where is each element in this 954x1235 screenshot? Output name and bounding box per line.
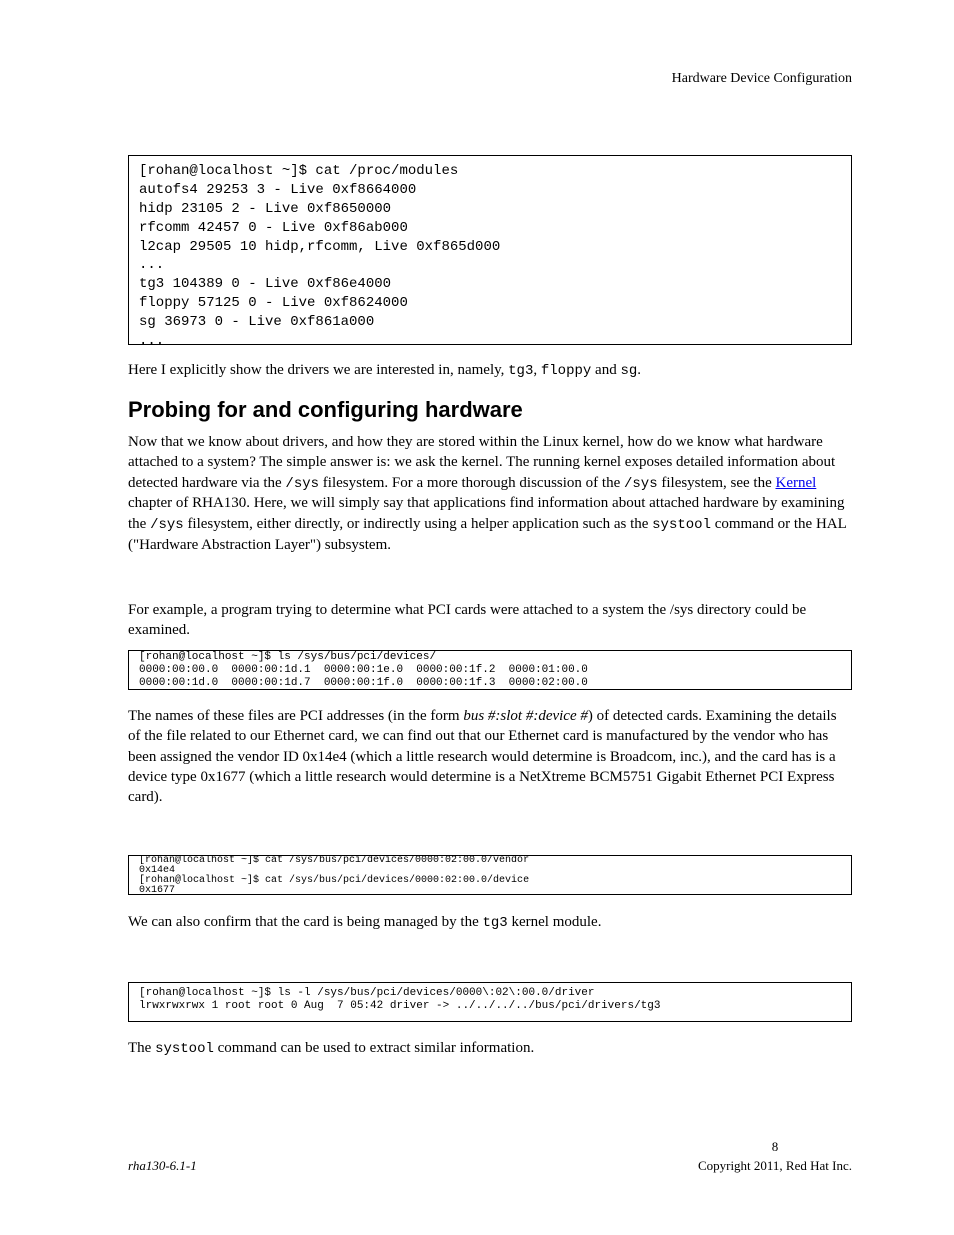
chapter-header: Hardware Device Configuration — [128, 70, 852, 89]
code-systool: systool — [652, 517, 711, 533]
code-sys: /sys — [285, 476, 319, 492]
text: . — [637, 362, 641, 378]
para-pci-addresses: The names of these files are PCI address… — [128, 706, 852, 807]
code-content: [rohan@localhost ~]$ cat /sys/bus/pci/de… — [139, 855, 529, 895]
text: and — [591, 362, 620, 378]
code-sg: sg — [620, 363, 637, 379]
para-drivers-interested: Here I explicitly show the drivers we ar… — [128, 360, 852, 381]
text: rha130-6.1-1 — [128, 1158, 197, 1173]
para-systool: The systool command can be used to extra… — [128, 1038, 852, 1059]
code-floppy: floppy — [541, 363, 591, 379]
code-systool: systool — [155, 1041, 214, 1057]
text: Here I explicitly show the drivers we ar… — [128, 362, 508, 378]
italic-text: bus #:slot #:device # — [463, 708, 588, 724]
code-block-proc-modules: [rohan@localhost ~]$ cat /proc/modules a… — [128, 155, 852, 345]
footer-right: 8 Copyright 2011, Red Hat Inc. — [698, 1138, 852, 1175]
code-sys: /sys — [150, 517, 184, 533]
para-tg3-confirm: We can also confirm that the card is bei… — [128, 912, 852, 933]
code-tg3: tg3 — [508, 363, 533, 379]
kernel-link[interactable]: Kernel — [776, 475, 817, 491]
code-block-vendor-device: [rohan@localhost ~]$ cat /sys/bus/pci/de… — [128, 855, 852, 895]
text: filesystem. For a more thorough discussi… — [319, 475, 624, 491]
para-pci-example: For example, a program trying to determi… — [128, 600, 852, 641]
heading-text: Probing for and configuring hardware — [128, 397, 523, 422]
text: kernel module. — [508, 914, 602, 930]
code-content: [rohan@localhost ~]$ ls -l /sys/bus/pci/… — [139, 987, 661, 1012]
section-heading-probing: Probing for and configuring hardware — [128, 395, 852, 425]
copyright-text: Copyright 2011, Red Hat Inc. — [698, 1158, 852, 1173]
code-block-driver-link: [rohan@localhost ~]$ ls -l /sys/bus/pci/… — [128, 982, 852, 1022]
text: command can be used to extract similar i… — [214, 1040, 534, 1056]
chapter-header-text: Hardware Device Configuration — [672, 71, 852, 86]
footer-doc-id: rha130-6.1-1 — [128, 1157, 197, 1175]
code-sys: /sys — [624, 476, 658, 492]
text: For example, a program trying to determi… — [128, 602, 806, 638]
text: The — [128, 1040, 155, 1056]
code-block-ls-pci: [rohan@localhost ~]$ ls /sys/bus/pci/dev… — [128, 650, 852, 690]
text: , — [533, 362, 541, 378]
code-content: [rohan@localhost ~]$ ls /sys/bus/pci/dev… — [139, 651, 588, 689]
code-content: [rohan@localhost ~]$ cat /proc/modules a… — [139, 163, 500, 345]
page-number: 8 — [698, 1138, 852, 1156]
code-tg3: tg3 — [483, 915, 508, 931]
text: We can also confirm that the card is bei… — [128, 914, 483, 930]
para-probing-intro: Now that we know about drivers, and how … — [128, 432, 852, 555]
text: The names of these files are PCI address… — [128, 708, 463, 724]
text: filesystem, either directly, or indirect… — [184, 516, 652, 532]
text: filesystem, see the — [658, 475, 776, 491]
